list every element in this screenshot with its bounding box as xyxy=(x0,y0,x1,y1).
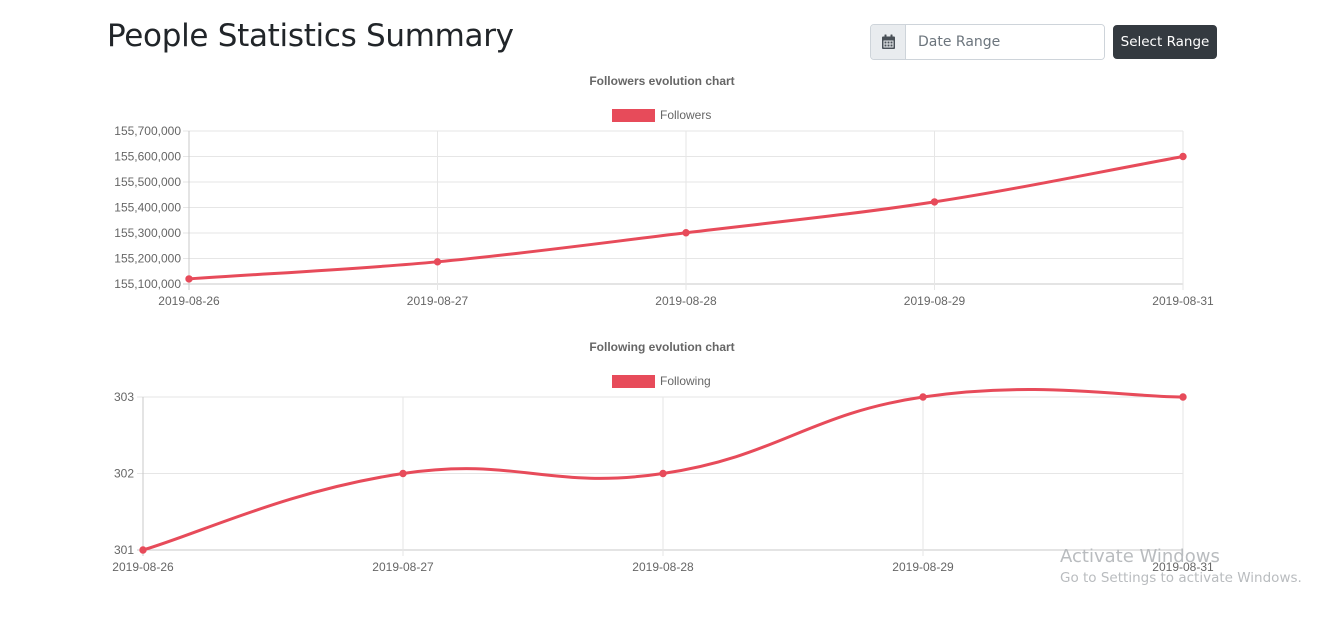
legend-label: Followers xyxy=(660,108,711,122)
y-tick-label: 155,500,000 xyxy=(114,175,181,189)
y-tick-label: 302 xyxy=(114,467,134,481)
data-point xyxy=(659,469,667,478)
data-point xyxy=(1179,152,1187,161)
data-point xyxy=(682,229,690,237)
chart-title: Followers evolution chart xyxy=(589,74,734,88)
y-tick-label: 155,200,000 xyxy=(114,252,181,266)
y-tick-label: 301 xyxy=(114,543,134,557)
x-tick-label: 2019-08-28 xyxy=(655,294,717,308)
legend-swatch xyxy=(612,109,655,122)
x-tick-label: 2019-08-28 xyxy=(632,560,694,574)
x-tick-label: 2019-08-31 xyxy=(1152,294,1214,308)
data-point xyxy=(919,393,927,401)
watermark-line-1: Activate Windows xyxy=(1060,546,1220,567)
chart-2: Following evolution chart Following 301 302… xyxy=(112,340,1214,574)
chart-title: Following evolution chart xyxy=(589,340,734,354)
data-point xyxy=(185,275,193,283)
y-tick-label: 155,700,000 xyxy=(114,124,181,138)
data-point xyxy=(930,198,939,206)
data-point xyxy=(1179,393,1187,401)
y-tick-label: 303 xyxy=(114,390,134,404)
x-tick-label: 2019-08-27 xyxy=(407,294,469,308)
legend-swatch xyxy=(612,375,655,388)
x-tick-label: 2019-08-26 xyxy=(158,294,220,308)
data-point xyxy=(399,469,407,478)
legend-label: Following xyxy=(660,374,711,388)
y-tick-label: 155,600,000 xyxy=(114,150,181,164)
x-tick-label: 2019-08-26 xyxy=(112,560,174,574)
y-tick-label: 155,400,000 xyxy=(114,201,181,215)
windows-activation-watermark: Activate Windows Go to Settings to activ… xyxy=(1060,546,1302,588)
y-tick-label: 155,300,000 xyxy=(114,226,181,240)
x-tick-label: 2019-08-27 xyxy=(372,560,434,574)
watermark-line-2: Go to Settings to activate Windows. xyxy=(1060,570,1302,586)
y-tick-label: 155,100,000 xyxy=(114,277,181,291)
charts-canvas: Followers evolution chart Followers 155,10… xyxy=(112,74,1214,574)
x-tick-label: 2019-08-29 xyxy=(904,294,966,308)
data-point xyxy=(433,258,442,266)
chart-1: Followers evolution chart Followers 155,10… xyxy=(114,74,1214,308)
x-tick-label: 2019-08-29 xyxy=(892,560,954,574)
data-point xyxy=(139,546,147,554)
